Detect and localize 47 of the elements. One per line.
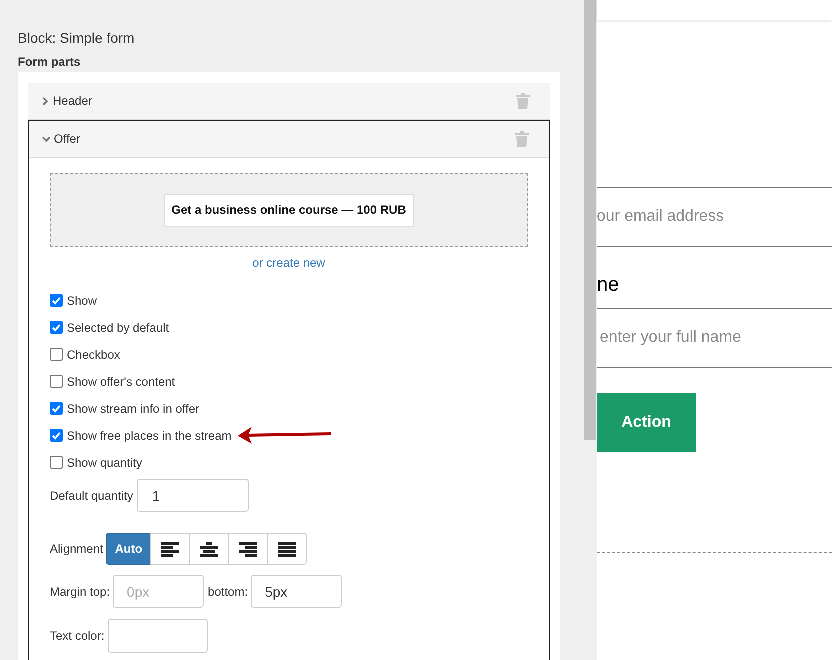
section-label: Form parts bbox=[18, 55, 82, 69]
align-button[interactable] bbox=[267, 533, 308, 565]
checkbox[interactable] bbox=[50, 321, 63, 334]
checkbox[interactable] bbox=[50, 375, 63, 388]
margin-bottom-field[interactable]: 5px bbox=[251, 575, 342, 608]
field-label: Margin top: bbox=[50, 584, 110, 600]
block-title: Block: Simple form bbox=[18, 29, 136, 47]
chevron-down-icon bbox=[42, 134, 52, 144]
checkbox-label: Show bbox=[67, 292, 98, 310]
action-button[interactable]: Action bbox=[597, 393, 696, 452]
checkbox-label: Show free places in the stream bbox=[67, 428, 232, 444]
checkbox-label: Checkbox bbox=[67, 346, 120, 364]
offer-card[interactable]: Get a business online course — 100 RUB bbox=[164, 194, 414, 226]
margin-top-field[interactable]: 0px bbox=[113, 575, 204, 608]
checkbox[interactable] bbox=[50, 348, 63, 361]
chevron-right-icon bbox=[41, 96, 51, 106]
part-header[interactable]: Header bbox=[28, 83, 550, 120]
checkbox-label: Show quantity bbox=[67, 454, 142, 472]
checkbox-label: Show stream info in offer bbox=[67, 400, 200, 418]
align-left-icon bbox=[161, 542, 180, 556]
checkbox[interactable] bbox=[50, 294, 63, 307]
field-label: Text color: bbox=[50, 628, 105, 645]
name-label: ne bbox=[597, 273, 620, 298]
email-field[interactable]: our email address bbox=[597, 187, 832, 247]
align-justify-icon bbox=[278, 542, 296, 556]
part-title: Offer bbox=[54, 131, 80, 148]
text-color-field[interactable] bbox=[108, 619, 208, 653]
field-label: bottom: bbox=[208, 584, 248, 600]
auto-align-button[interactable]: Auto bbox=[106, 533, 152, 565]
align-button[interactable] bbox=[228, 533, 268, 565]
field-label: Alignment bbox=[50, 541, 104, 558]
name-field[interactable]: enter your full name bbox=[597, 308, 832, 368]
checkbox[interactable] bbox=[50, 456, 63, 469]
checkbox[interactable] bbox=[50, 429, 63, 442]
create-new-link[interactable]: or create new bbox=[252, 254, 326, 272]
align-button[interactable] bbox=[189, 533, 230, 565]
scrollbar-thumb[interactable] bbox=[584, 0, 596, 440]
part-header[interactable]: Offer bbox=[29, 121, 549, 158]
part-title: Header bbox=[53, 93, 92, 110]
field-label: Default quantity bbox=[50, 488, 134, 504]
checkbox-label: Show offer's content bbox=[67, 374, 176, 390]
quantity-field[interactable]: 1 bbox=[137, 479, 250, 512]
align-button[interactable] bbox=[150, 533, 190, 565]
align-center-icon bbox=[200, 542, 218, 556]
align-right-icon bbox=[239, 542, 258, 556]
checkbox[interactable] bbox=[50, 402, 63, 415]
checkbox-label: Selected by default bbox=[67, 320, 170, 336]
